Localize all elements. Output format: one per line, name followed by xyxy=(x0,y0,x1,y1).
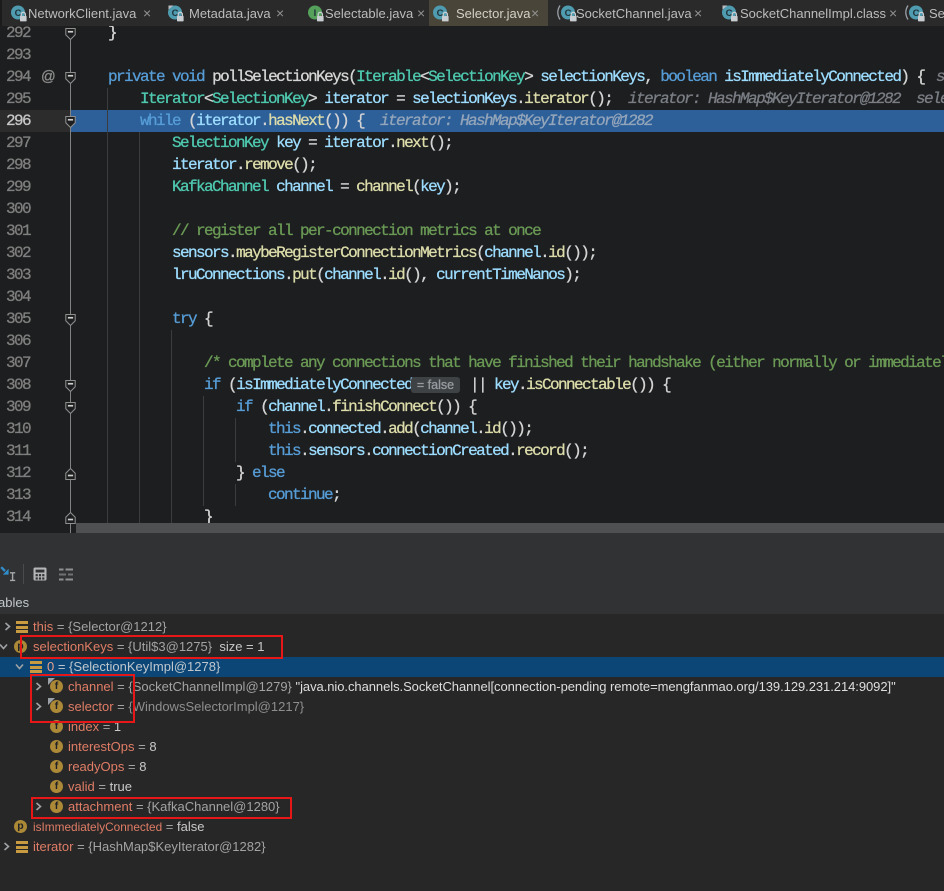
svg-text:I: I xyxy=(314,8,317,19)
